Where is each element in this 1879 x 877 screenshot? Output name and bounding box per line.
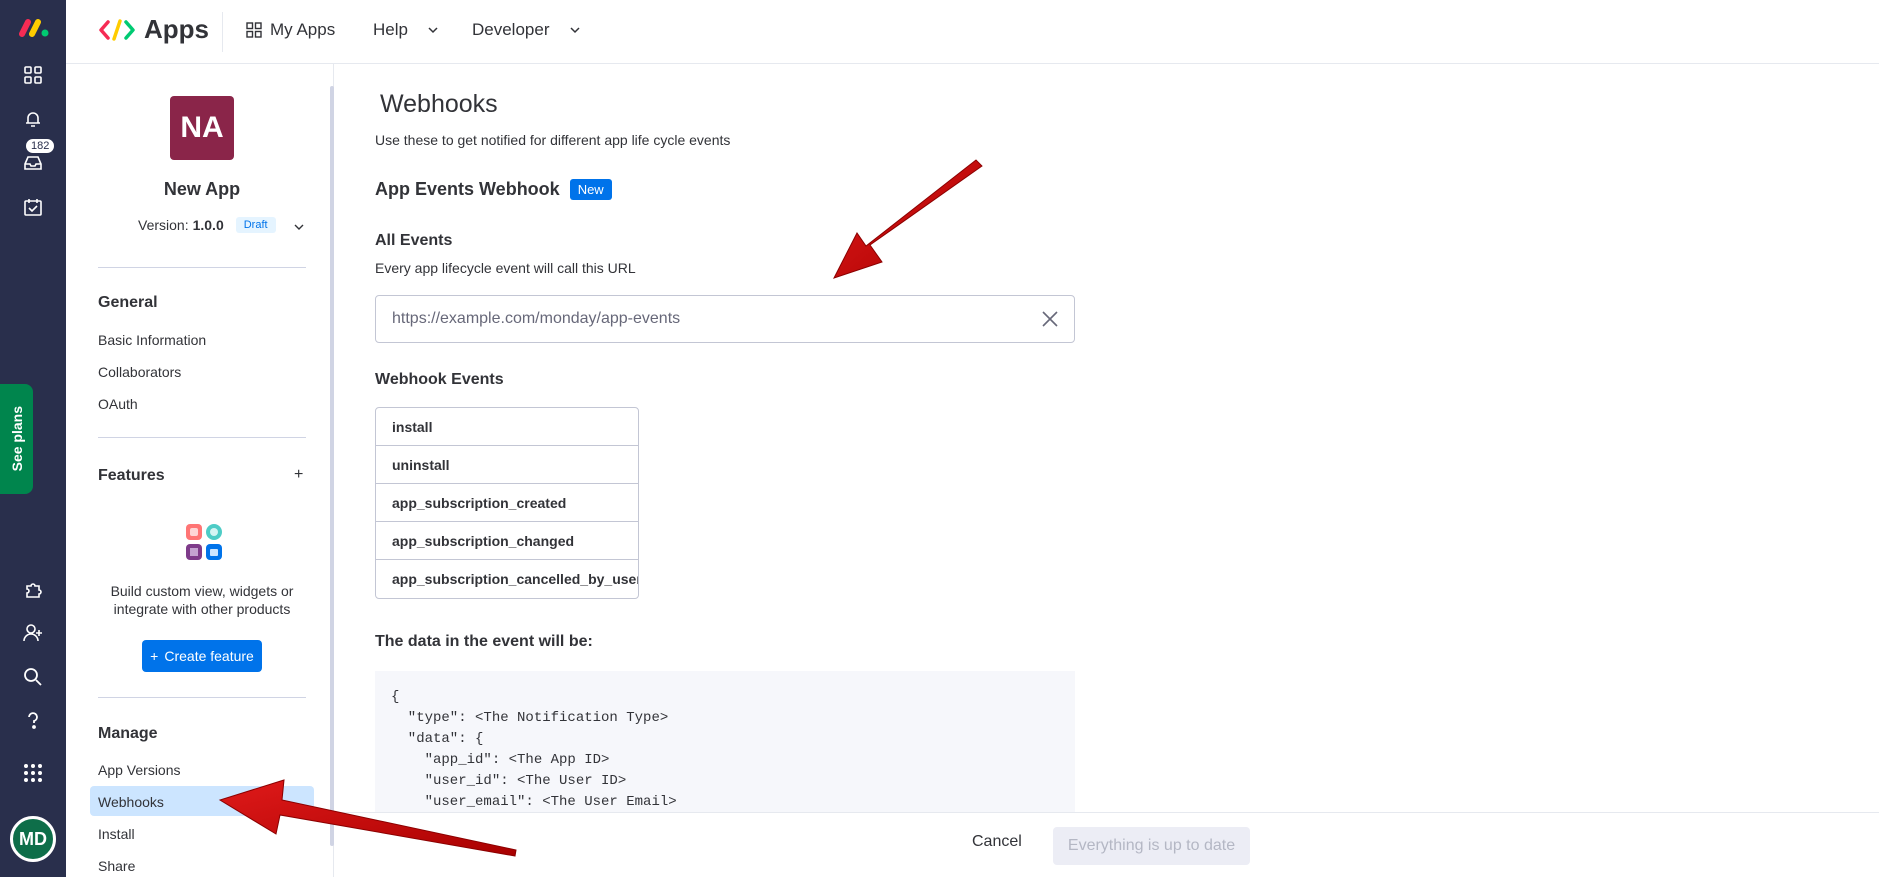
puzzle-icon[interactable] <box>20 576 46 602</box>
chevron-down-icon <box>569 27 580 34</box>
monday-logo-icon[interactable] <box>18 16 50 38</box>
add-user-icon[interactable] <box>20 620 46 646</box>
new-badge: New <box>569 179 612 200</box>
all-events-title: All Events <box>375 232 453 249</box>
create-feature-button[interactable]: + Create feature <box>142 640 262 672</box>
section-features-title: Features <box>98 467 165 484</box>
search-icon[interactable] <box>20 664 46 690</box>
features-description: Build custom view, widgets or integrate … <box>110 583 294 617</box>
section-title: App Events Webhook New <box>375 179 612 200</box>
chevron-down-icon <box>428 27 438 34</box>
list-item: install <box>376 408 638 446</box>
status-badge: Draft <box>235 217 276 233</box>
main-content: Webhooks Use these to get notified for d… <box>335 64 1879 877</box>
webhook-events-title: Webhook Events <box>375 371 504 388</box>
version-selector[interactable]: Version: 1.0.0 Draft <box>138 217 276 233</box>
sidebar-item-webhooks[interactable]: Webhooks <box>98 794 164 810</box>
create-feature-label: Create feature <box>164 648 254 664</box>
close-icon[interactable] <box>1040 309 1060 329</box>
nav-help-label: Help <box>373 20 408 39</box>
app-sidebar: NA New App Version: 1.0.0 Draft General … <box>66 64 334 877</box>
sidebar-scrollbar[interactable] <box>330 86 334 846</box>
see-plans-button[interactable]: See plans <box>0 384 33 494</box>
top-bar: Apps My Apps Help Developer <box>66 0 1879 64</box>
event-data-title: The data in the event will be: <box>375 633 593 650</box>
plus-icon: + <box>150 648 159 664</box>
webhook-url-input[interactable] <box>375 295 1075 343</box>
code-brackets-icon <box>99 18 135 41</box>
cancel-button[interactable]: Cancel <box>972 833 1022 851</box>
apps-grid-icon[interactable] <box>20 760 46 786</box>
calendar-check-icon[interactable] <box>20 194 46 220</box>
bell-icon[interactable] <box>20 106 46 132</box>
sidebar-item-collaborators[interactable]: Collaborators <box>98 364 181 380</box>
divider <box>98 267 306 268</box>
footer-bar: Cancel Everything is up to date <box>335 812 1879 877</box>
list-item: app_subscription_created <box>376 484 638 522</box>
webhook-events-list: install uninstall app_subscription_creat… <box>375 407 639 599</box>
section-title-text: App Events Webhook <box>375 179 560 199</box>
topbar-divider <box>222 12 223 52</box>
section-manage-title: Manage <box>98 725 158 742</box>
section-general-title: General <box>98 294 158 311</box>
sidebar-item-basic-information[interactable]: Basic Information <box>98 332 206 348</box>
notifications-count-badge: 182 <box>25 138 56 154</box>
save-button[interactable]: Everything is up to date <box>1053 827 1250 865</box>
divider <box>98 437 306 438</box>
help-icon[interactable] <box>20 707 46 733</box>
add-feature-icon[interactable]: + <box>294 466 303 484</box>
list-item: uninstall <box>376 446 638 484</box>
nav-developer[interactable]: Developer <box>472 20 582 40</box>
app-title: Apps <box>144 14 209 44</box>
list-item: app_subscription_cancelled_by_user <box>392 571 639 587</box>
page-title: Webhooks <box>380 90 498 118</box>
nav-my-apps-label: My Apps <box>270 20 336 39</box>
app-name: New App <box>163 179 241 199</box>
chevron-down-icon[interactable] <box>292 220 306 234</box>
version-prefix: Version: <box>138 217 189 233</box>
page-subtitle: Use these to get notified for different … <box>375 132 731 148</box>
apps-brand[interactable]: Apps <box>98 14 209 45</box>
app-avatar: NA <box>170 96 234 160</box>
nav-my-apps[interactable]: My Apps <box>246 20 335 40</box>
list-item: app_subscription_changed <box>376 522 638 560</box>
nav-developer-label: Developer <box>472 20 550 39</box>
user-avatar[interactable]: MD <box>10 816 56 862</box>
all-events-hint: Every app lifecycle event will call this… <box>375 260 636 276</box>
left-rail: 182 See plans MD <box>0 0 66 877</box>
features-illustration-icon <box>186 524 222 560</box>
workspaces-grid-icon[interactable] <box>20 62 46 88</box>
see-plans-label: See plans <box>8 406 25 472</box>
version-number: 1.0.0 <box>192 217 224 233</box>
sidebar-item-oauth[interactable]: OAuth <box>98 396 138 412</box>
grid-icon <box>246 22 262 38</box>
sidebar-item-install[interactable]: Install <box>98 826 135 842</box>
sidebar-item-app-versions[interactable]: App Versions <box>98 762 181 778</box>
divider <box>98 697 306 698</box>
nav-help[interactable]: Help <box>373 20 440 40</box>
sidebar-item-share[interactable]: Share <box>98 858 135 874</box>
